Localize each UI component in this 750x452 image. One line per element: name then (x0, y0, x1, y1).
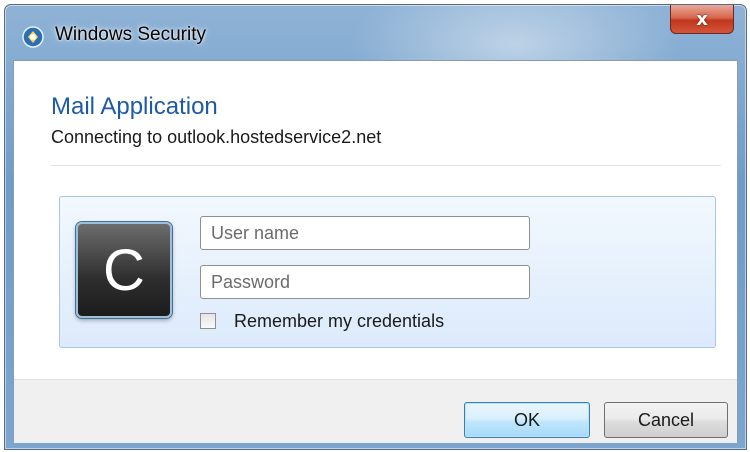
close-icon: x (696, 8, 708, 30)
remember-checkbox[interactable] (200, 313, 216, 329)
cancel-button[interactable]: Cancel (604, 402, 728, 438)
divider (51, 165, 721, 166)
button-bar: OK Cancel (14, 379, 737, 443)
app-title: Mail Application (51, 93, 218, 120)
dialog-content: Mail Application Connecting to outlook.h… (13, 60, 738, 443)
username-input[interactable] (200, 216, 530, 250)
window-title: Windows Security (55, 24, 206, 45)
ok-button[interactable]: OK (464, 402, 590, 438)
security-shield-icon (21, 25, 45, 49)
connection-subtitle: Connecting to outlook.hostedservice2.net (51, 127, 382, 147)
security-dialog-window: Windows Security x Mail Application Conn… (4, 4, 747, 450)
tile-letter: C (103, 237, 145, 303)
user-tile-icon: C (76, 222, 172, 318)
title-bar[interactable]: Windows Security x (5, 5, 746, 60)
password-input[interactable] (200, 265, 530, 299)
remember-label: Remember my credentials (234, 310, 445, 331)
credential-tile: C Remember my credentials (59, 196, 716, 348)
close-button[interactable]: x (670, 5, 734, 34)
remember-credentials-row[interactable]: Remember my credentials (200, 310, 444, 332)
